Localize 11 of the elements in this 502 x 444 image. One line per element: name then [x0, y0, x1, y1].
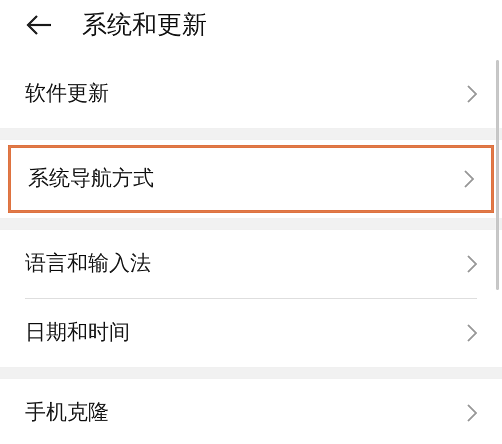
- settings-item[interactable]: 手机克隆: [0, 379, 502, 444]
- chevron-icon: [464, 170, 474, 188]
- chevron-icon: [467, 85, 477, 103]
- settings-item[interactable]: 语言和输入法: [0, 230, 502, 298]
- settings-item[interactable]: 日期和时间: [0, 299, 502, 367]
- chevron-icon: [467, 404, 477, 422]
- chevron-icon: [467, 324, 477, 342]
- settings-item[interactable]: 系统导航方式: [8, 145, 494, 213]
- back-icon[interactable]: [26, 15, 52, 35]
- chevron-icon: [467, 255, 477, 273]
- page-title: 系统和更新: [82, 9, 207, 42]
